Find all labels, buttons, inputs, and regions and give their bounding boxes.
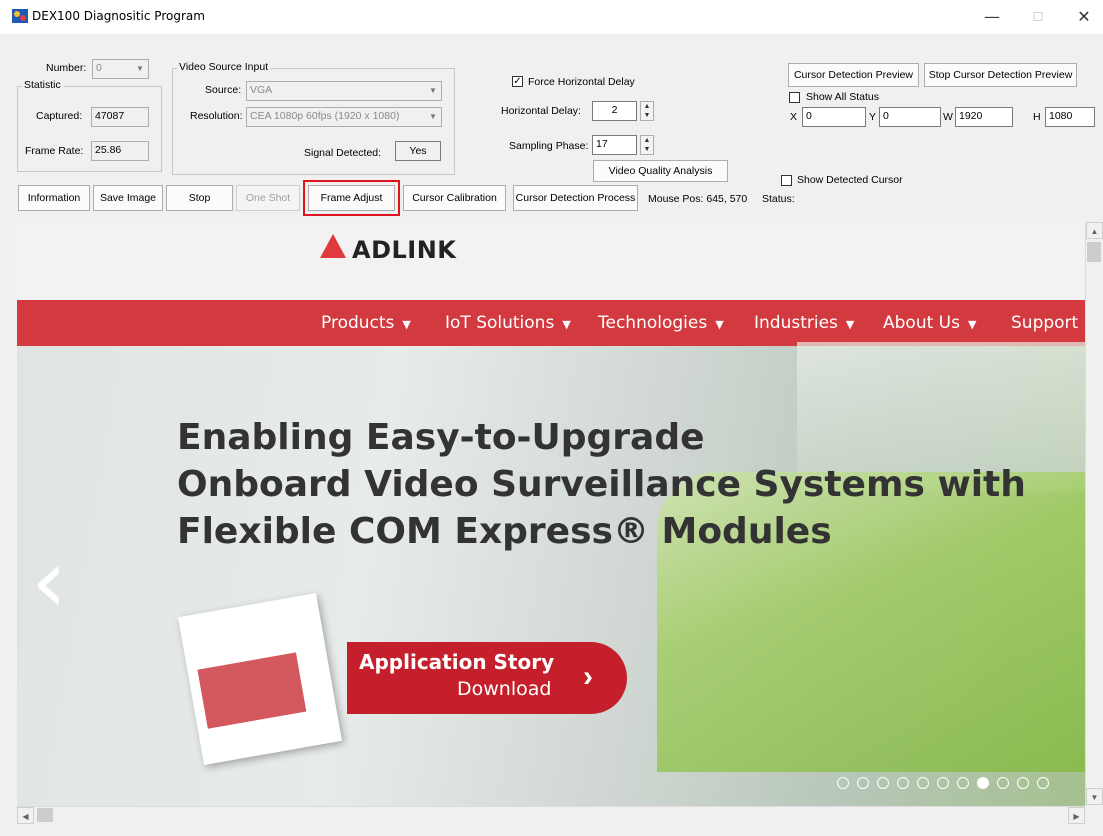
show-all-status-label: Show All Status — [806, 91, 879, 103]
site-logo-text: ADLINK — [352, 236, 457, 264]
carousel-dot — [977, 777, 989, 789]
cursor-calibration-button[interactable]: Cursor Calibration — [403, 185, 506, 211]
application-story-banner: Application Story Download › — [347, 642, 627, 714]
cursor-detection-preview-button[interactable]: Cursor Detection Preview — [788, 63, 919, 87]
horizontal-delay-input[interactable]: 2 — [592, 101, 637, 121]
signal-detected-value: Yes — [395, 141, 441, 161]
carousel-dot — [897, 777, 909, 789]
show-detected-cursor-checkbox[interactable] — [781, 175, 792, 186]
force-horizontal-delay-checkbox[interactable]: ✓ — [512, 76, 523, 87]
maximize-button[interactable]: ☐ — [1016, 0, 1060, 34]
sampling-phase-input[interactable]: 17 — [592, 135, 637, 155]
captured-frame-view[interactable]: ADLINK Products ▼ IoT Solutions ▼ Technolo… — [17, 222, 1085, 806]
site-header — [17, 222, 1085, 300]
carousel-dot — [957, 777, 969, 789]
carousel-dot — [997, 777, 1009, 789]
statistic-group-title: Statistic — [22, 79, 63, 91]
source-combo[interactable]: VGA ▼ — [246, 81, 442, 101]
show-detected-cursor-label: Show Detected Cursor — [797, 174, 903, 186]
horizontal-delay-spinner[interactable]: ▲ ▼ — [640, 101, 654, 121]
scroll-up-icon[interactable]: ▲ — [1086, 222, 1103, 239]
carousel-dot — [837, 777, 849, 789]
number-value: 0 — [96, 62, 102, 74]
scroll-right-icon[interactable]: ▶ — [1068, 807, 1085, 824]
signal-detected-label: Signal Detected: — [304, 147, 382, 159]
framerate-field: 25.86 — [91, 141, 149, 161]
h-label: H — [1033, 111, 1041, 123]
stop-button[interactable]: Stop — [166, 185, 233, 211]
y-label: Y — [869, 111, 877, 123]
captured-label: Captured: — [36, 110, 83, 122]
vertical-scrollbar[interactable]: ▲ ▼ — [1085, 222, 1103, 806]
adlink-logo-icon — [320, 234, 346, 258]
minimize-button[interactable]: — — [970, 0, 1014, 34]
x-input[interactable]: 0 — [802, 107, 866, 127]
vertical-scroll-thumb[interactable] — [1087, 242, 1101, 262]
video-source-group-title: Video Source Input — [177, 61, 271, 73]
source-value: VGA — [250, 84, 273, 96]
app-icon — [12, 9, 28, 23]
carousel-dot — [857, 777, 869, 789]
window-title: DEX100 Diagnositic Program — [32, 9, 205, 23]
application-story-title: Application Story — [359, 650, 555, 674]
horizontal-scrollbar[interactable]: ◀ ▶ — [17, 806, 1085, 824]
chevron-down-icon: ▼ — [429, 86, 437, 95]
horizontal-scroll-thumb[interactable] — [37, 808, 53, 822]
application-story-download: Download — [457, 678, 552, 700]
sampling-phase-spinner[interactable]: ▲ ▼ — [640, 135, 654, 155]
number-label: Number: — [46, 62, 87, 74]
h-input[interactable]: 1080 — [1045, 107, 1095, 127]
carousel-dot — [877, 777, 889, 789]
hero-headline: Enabling Easy-to-Upgrade Onboard Video S… — [177, 417, 1026, 552]
information-button[interactable]: Information — [18, 185, 90, 211]
chevron-down-icon: ▼ — [136, 64, 144, 73]
resolution-label: Resolution: — [190, 110, 243, 122]
resolution-combo[interactable]: CEA 1080p 60fps (1920 x 1080) ▼ — [246, 107, 442, 127]
w-label: W — [943, 111, 953, 123]
number-combo[interactable]: 0 ▼ — [92, 59, 149, 79]
site-nav-industries: Industries ▼ — [754, 313, 855, 333]
resolution-value: CEA 1080p 60fps (1920 x 1080) — [250, 110, 400, 122]
chevron-right-icon: › — [583, 660, 593, 693]
status-label: Status: — [762, 193, 795, 205]
carousel-dots — [837, 777, 1049, 789]
cursor-detection-process-button[interactable]: Cursor Detection Process — [513, 185, 638, 211]
x-label: X — [790, 111, 798, 123]
brochure-cover-band — [197, 652, 307, 729]
site-nav-products: Products ▼ — [321, 313, 411, 333]
y-input[interactable]: 0 — [879, 107, 941, 127]
frame-adjust-button[interactable]: Frame Adjust — [303, 180, 400, 216]
carousel-dot — [937, 777, 949, 789]
horizontal-delay-label: Horizontal Delay: — [501, 105, 581, 117]
source-label: Source: — [205, 84, 242, 96]
captured-field: 47087 — [91, 107, 149, 127]
carousel-dot — [1037, 777, 1049, 789]
mouse-pos-readout: Mouse Pos: 645, 570 — [648, 193, 748, 205]
stop-cursor-detection-preview-button[interactable]: Stop Cursor Detection Preview — [924, 63, 1077, 87]
sampling-phase-label: Sampling Phase: — [509, 140, 589, 152]
close-button[interactable]: ✕ — [1062, 0, 1103, 34]
save-image-button[interactable]: Save Image — [93, 185, 163, 211]
carousel-dot — [1017, 777, 1029, 789]
carousel-dot — [917, 777, 929, 789]
site-nav-iot-solutions: IoT Solutions ▼ — [445, 313, 571, 333]
chevron-down-icon: ▼ — [429, 112, 437, 121]
framerate-label: Frame Rate: — [25, 145, 84, 157]
brochure-image — [178, 592, 342, 766]
force-horizontal-delay-label: Force Horizontal Delay — [528, 76, 635, 88]
w-input[interactable]: 1920 — [955, 107, 1013, 127]
carousel-prev-icon: ‹ — [31, 529, 67, 634]
site-nav-about-us: About Us ▼ — [883, 313, 977, 333]
show-all-status-checkbox[interactable] — [789, 92, 800, 103]
site-nav-support: Support — [1011, 313, 1079, 333]
one-shot-button[interactable]: One Shot — [236, 185, 300, 211]
site-nav-technologies: Technologies ▼ — [598, 313, 724, 333]
scroll-left-icon[interactable]: ◀ — [17, 807, 34, 824]
scroll-down-icon[interactable]: ▼ — [1086, 788, 1103, 805]
video-quality-analysis-button[interactable]: Video Quality Analysis — [593, 160, 728, 182]
